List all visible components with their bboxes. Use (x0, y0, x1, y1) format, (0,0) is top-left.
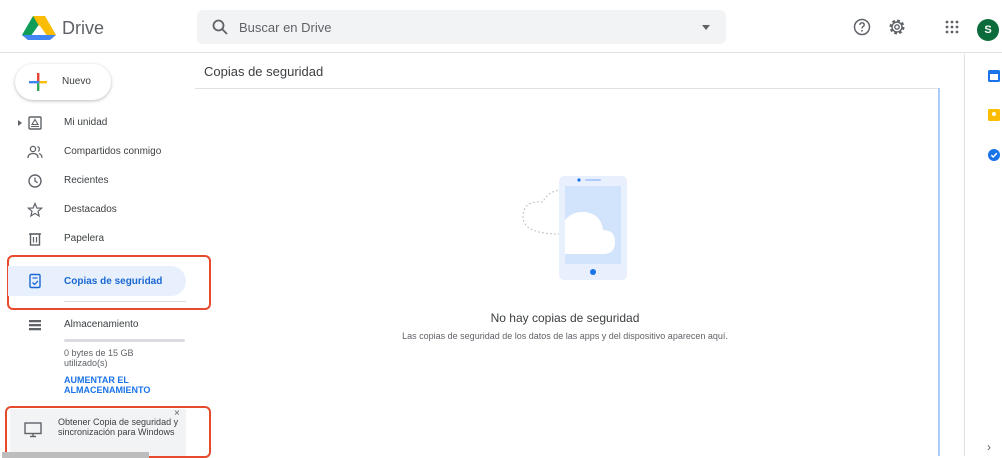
sidebar-item-my-drive[interactable]: Mi unidad (0, 109, 190, 137)
search-icon[interactable] (211, 18, 229, 36)
tooltip (2, 452, 149, 458)
divider (64, 301, 186, 302)
plus-icon (29, 73, 47, 91)
sidebar-item-label: Destacados (64, 204, 117, 215)
empty-state-subtitle: Las copias de seguridad de los datos de … (402, 331, 728, 341)
backup-device-icon (29, 273, 41, 289)
new-button[interactable]: Nuevo (15, 64, 111, 100)
scroll-indicator (938, 88, 940, 456)
my-drive-icon (28, 116, 42, 130)
sidebar-item-starred[interactable]: Destacados (0, 196, 190, 224)
side-panel: › (964, 54, 1002, 456)
search-input[interactable]: Buscar en Drive (239, 20, 331, 35)
monitor-icon (24, 422, 42, 438)
search-bar[interactable]: Buscar en Drive (197, 10, 726, 44)
search-options-icon[interactable] (702, 25, 710, 30)
sidebar-item-storage[interactable]: Almacenamiento (0, 311, 190, 339)
avatar[interactable]: S (977, 19, 999, 41)
new-button-label: Nuevo (62, 76, 91, 87)
divider (195, 88, 939, 89)
sidebar-item-shared-with-me[interactable]: Compartidos conmigo (0, 138, 190, 166)
sidebar-item-label: Almacenamiento (64, 319, 139, 330)
top-bar: Drive Buscar en Drive S (0, 0, 1002, 53)
sidebar-item-label: Recientes (64, 175, 109, 186)
empty-backup-illustration (522, 176, 627, 280)
clock-icon (28, 174, 42, 188)
page-title: Copias de seguridad (204, 64, 324, 79)
sidebar-item-label: Papelera (64, 233, 105, 244)
sidebar: Nuevo Mi unidad Compartidos conmigo Reci… (0, 54, 211, 458)
empty-state-title: No hay copias de seguridad (490, 311, 640, 325)
tasks-icon[interactable] (988, 149, 1000, 161)
settings-icon[interactable] (887, 17, 907, 37)
sidebar-item-recent[interactable]: Recientes (0, 167, 190, 195)
sidebar-item-label: Compartidos conmigo (64, 146, 162, 157)
close-icon[interactable]: × (174, 408, 180, 419)
help-icon[interactable] (852, 17, 872, 37)
expand-panel-chevron-icon[interactable]: › (987, 440, 991, 454)
backup-sync-promo[interactable]: Obtener Copia de seguridad y sincronizac… (10, 408, 186, 456)
upgrade-storage-link[interactable]: AUMENTAR EL ALMACENAMIENTO (64, 375, 174, 395)
apps-grid-icon[interactable] (942, 17, 962, 37)
trash-icon (29, 233, 41, 246)
app-name[interactable]: Drive (62, 18, 104, 39)
sidebar-item-label: Copias de seguridad (64, 276, 163, 287)
promo-text[interactable]: Obtener Copia de seguridad y sincronizac… (58, 417, 183, 437)
keep-icon[interactable] (988, 109, 1000, 121)
sidebar-item-trash[interactable]: Papelera (0, 225, 190, 253)
calendar-icon[interactable] (988, 70, 1000, 82)
expand-arrow-icon[interactable] (18, 120, 22, 126)
storage-usage-text: 0 bytes de 15 GB utilizado(s) (64, 348, 134, 368)
star-icon (27, 202, 43, 218)
storage-usage-bar (64, 339, 185, 342)
drive-logo-icon[interactable] (22, 16, 56, 40)
sidebar-item-label: Mi unidad (64, 117, 108, 128)
people-icon (27, 145, 43, 159)
sidebar-item-backups[interactable]: Copias de seguridad (8, 266, 186, 296)
storage-icon (29, 320, 41, 331)
